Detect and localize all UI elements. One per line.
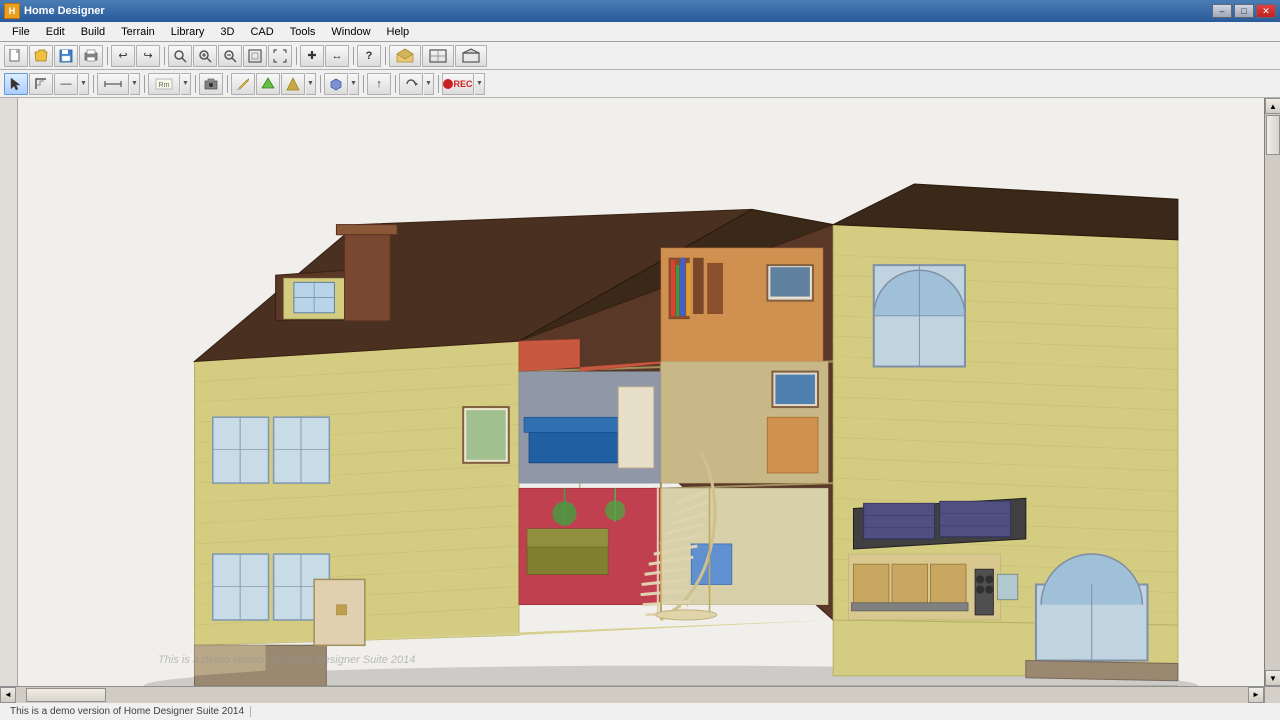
menu-edit[interactable]: Edit	[38, 24, 73, 40]
object-tool-button[interactable]	[324, 73, 348, 95]
vertical-scrollbar[interactable]: ▲ ▼	[1264, 98, 1280, 686]
toolbar2-sep1	[90, 75, 96, 93]
floor-plan-button[interactable]	[422, 45, 454, 67]
canvas-area[interactable]: This is a demo version of Home Designer …	[18, 98, 1264, 686]
minimize-button[interactable]: –	[1212, 4, 1232, 18]
menu-3d[interactable]: 3D	[212, 24, 242, 40]
scroll-thumb-horizontal[interactable]	[26, 688, 106, 702]
wall-tool-button[interactable]: —	[54, 73, 78, 95]
dimension-dropdown-arrow[interactable]: ▼	[130, 73, 140, 95]
toolbar-separator-2	[161, 47, 167, 65]
status-bar: This is a demo version of Home Designer …	[0, 702, 1280, 720]
status-text: This is a demo version of Home Designer …	[4, 706, 251, 717]
draw-tool-button[interactable]	[29, 73, 53, 95]
rotate-button[interactable]	[399, 73, 423, 95]
pan-button[interactable]: ✚	[300, 45, 324, 67]
select-tool-button[interactable]	[4, 73, 28, 95]
move-up-button[interactable]: ↑	[367, 73, 391, 95]
toolbar-1: ↩ ↪ ✚ ↔ ?	[0, 42, 1280, 70]
terrain-dropdown[interactable]: ▼	[306, 73, 316, 95]
object-dropdown-arrow[interactable]: ▼	[349, 73, 359, 95]
room-label-button[interactable]: Rm	[148, 73, 180, 95]
zoom-in-button[interactable]	[193, 45, 217, 67]
elevation-button[interactable]	[455, 45, 487, 67]
open-file-button[interactable]	[29, 45, 53, 67]
maximize-button[interactable]: □	[1234, 4, 1254, 18]
dimension-dropdown[interactable]: ▼	[130, 73, 140, 95]
record-button[interactable]: REC	[442, 73, 474, 95]
scroll-track-vertical[interactable]	[1265, 114, 1280, 670]
room-dropdown[interactable]: ▼	[181, 73, 191, 95]
toolbar-2: — ▼ ▼ Rm ▼ ▼ ▼ ↑ ▼ R	[0, 70, 1280, 98]
toolbar-separator-1	[104, 47, 110, 65]
menu-file[interactable]: File	[4, 24, 38, 40]
title-text: Home Designer	[24, 5, 1212, 17]
zoom-fit-button[interactable]	[243, 45, 267, 67]
toolbar-separator-4	[350, 47, 356, 65]
toolbar2-sep5	[317, 75, 323, 93]
room-dropdown-arrow[interactable]: ▼	[181, 73, 191, 95]
menu-help[interactable]: Help	[379, 24, 418, 40]
toolbar2-sep8	[435, 75, 441, 93]
wall-dropdown-arrow[interactable]: ▼	[79, 73, 89, 95]
left-panel	[0, 98, 18, 686]
print-button[interactable]	[79, 45, 103, 67]
toolbar-separator-5	[382, 47, 388, 65]
title-bar: H Home Designer – □ ✕	[0, 0, 1280, 22]
camera-button[interactable]	[199, 73, 223, 95]
wall-dropdown[interactable]: ▼	[79, 73, 89, 95]
object-dropdown[interactable]: ▼	[349, 73, 359, 95]
main-area: This is a demo version of Home Designer …	[0, 98, 1280, 686]
menu-library[interactable]: Library	[163, 24, 213, 40]
svg-text:Rm: Rm	[159, 82, 170, 89]
rotate-dropdown-arrow[interactable]: ▼	[424, 73, 434, 95]
redo-button[interactable]: ↪	[136, 45, 160, 67]
scroll-down-button[interactable]: ▼	[1265, 670, 1280, 686]
help-button[interactable]: ?	[357, 45, 381, 67]
move-button[interactable]: ↔	[325, 45, 349, 67]
scroll-corner	[1264, 687, 1280, 703]
bottom-scrollbar[interactable]: ◄ ►	[0, 686, 1280, 702]
toolbar2-sep2	[141, 75, 147, 93]
toolbar2-sep4	[224, 75, 230, 93]
3d-house-button[interactable]	[389, 45, 421, 67]
menu-tools[interactable]: Tools	[282, 24, 324, 40]
toolbar2-sep3	[192, 75, 198, 93]
new-file-button[interactable]	[4, 45, 28, 67]
scroll-left-button[interactable]: ◄	[0, 687, 16, 703]
watermark: This is a demo version of Home Designer …	[158, 654, 415, 666]
menu-terrain[interactable]: Terrain	[113, 24, 163, 40]
save-button[interactable]	[54, 45, 78, 67]
terrain-dropdown-arrow[interactable]: ▼	[306, 73, 316, 95]
menu-window[interactable]: Window	[323, 24, 378, 40]
zoom-out-button[interactable]	[218, 45, 242, 67]
toolbar2-sep6	[360, 75, 366, 93]
record-dropdown[interactable]: ▼	[475, 73, 485, 95]
search-button[interactable]	[168, 45, 192, 67]
menu-cad[interactable]: CAD	[242, 24, 281, 40]
scroll-track-horizontal[interactable]	[16, 687, 1248, 703]
terrain-tool-button[interactable]	[281, 73, 305, 95]
scroll-thumb-vertical[interactable]	[1266, 115, 1280, 155]
toolbar2-sep7	[392, 75, 398, 93]
house-illustration	[48, 108, 1264, 686]
zoom-full-button[interactable]	[268, 45, 292, 67]
pencil-button[interactable]	[231, 73, 255, 95]
close-button[interactable]: ✕	[1256, 4, 1276, 18]
menu-bar: File Edit Build Terrain Library 3D CAD T…	[0, 22, 1280, 42]
menu-build[interactable]: Build	[73, 24, 113, 40]
toolbar-separator-3	[293, 47, 299, 65]
record-dropdown-arrow[interactable]: ▼	[475, 73, 485, 95]
scroll-right-button[interactable]: ►	[1248, 687, 1264, 703]
dimension-button[interactable]	[97, 73, 129, 95]
undo-button[interactable]: ↩	[111, 45, 135, 67]
window-controls: – □ ✕	[1212, 4, 1276, 18]
rotate-dropdown[interactable]: ▼	[424, 73, 434, 95]
color-button[interactable]	[256, 73, 280, 95]
scroll-up-button[interactable]: ▲	[1265, 98, 1280, 114]
app-icon: H	[4, 3, 20, 19]
